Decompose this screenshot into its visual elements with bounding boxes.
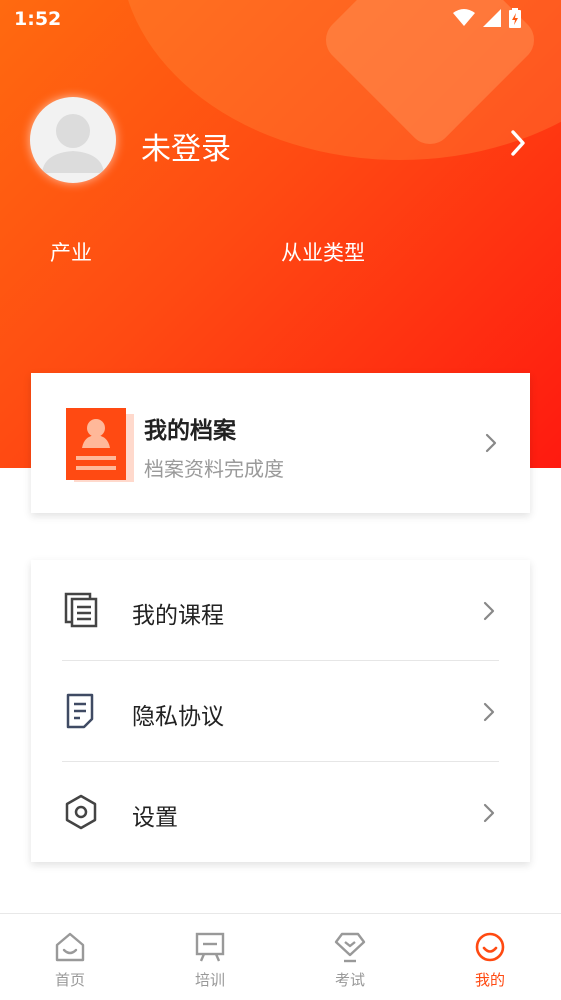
menu-item-my-courses[interactable]: 我的课程 xyxy=(31,560,530,661)
battery-icon xyxy=(509,8,521,28)
chevron-right-icon xyxy=(485,433,497,453)
login-status-name[interactable]: 未登录 xyxy=(141,124,231,168)
occupation-type-label: 从业类型 xyxy=(281,241,365,265)
status-time: 1:52 xyxy=(14,8,62,30)
menu-list: 我的课程 隐私协议 设置 xyxy=(31,560,530,862)
settings-hexagon-icon xyxy=(65,794,97,830)
home-icon xyxy=(55,932,85,962)
status-icons xyxy=(453,8,521,28)
archive-subtitle: 档案资料完成度 xyxy=(144,457,284,481)
menu-item-settings[interactable]: 设置 xyxy=(31,762,530,863)
user-placeholder-icon xyxy=(42,114,104,173)
chevron-right-icon xyxy=(483,601,495,621)
tab-label: 培训 xyxy=(194,971,225,989)
chevron-right-icon xyxy=(483,803,495,823)
menu-item-label: 隐私协议 xyxy=(132,704,224,730)
courses-icon xyxy=(64,592,98,628)
tab-training[interactable]: 培训 xyxy=(140,914,280,1000)
archive-title: 我的档案 xyxy=(144,418,236,444)
tab-label: 我的 xyxy=(474,971,505,989)
tab-exam[interactable]: 考试 xyxy=(280,914,420,1000)
exam-icon xyxy=(334,932,366,963)
tab-label: 首页 xyxy=(54,971,85,989)
archive-icon xyxy=(66,408,134,482)
status-bar: 1:52 xyxy=(0,0,561,38)
menu-item-label: 我的课程 xyxy=(132,603,224,629)
menu-item-label: 设置 xyxy=(132,805,178,831)
industry-label: 产业 xyxy=(50,241,92,265)
tab-mine[interactable]: 我的 xyxy=(420,914,560,1000)
signal-icon xyxy=(483,9,501,27)
wifi-icon xyxy=(453,9,475,26)
chevron-right-icon[interactable] xyxy=(506,126,530,160)
profile-icon xyxy=(475,932,505,962)
document-icon xyxy=(66,693,94,729)
chevron-right-icon xyxy=(483,702,495,722)
my-archive-card[interactable]: 我的档案 档案资料完成度 xyxy=(31,373,530,513)
bottom-tab-bar: 首页 培训 考试 我的 xyxy=(0,913,561,1000)
menu-item-privacy-policy[interactable]: 隐私协议 xyxy=(31,661,530,762)
tab-label: 考试 xyxy=(334,971,365,989)
avatar[interactable] xyxy=(30,97,116,183)
tab-home[interactable]: 首页 xyxy=(0,914,140,1000)
training-icon xyxy=(195,932,225,962)
